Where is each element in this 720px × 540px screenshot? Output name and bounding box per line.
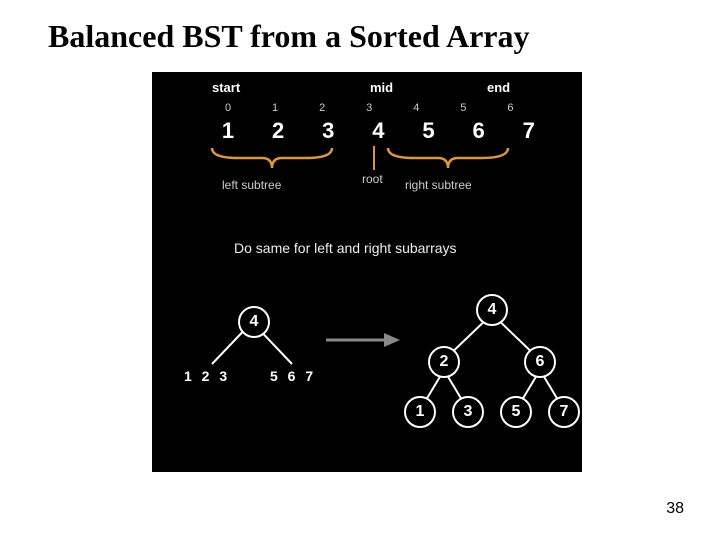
index-cell: 0 (206, 102, 250, 114)
root-label: root (362, 172, 383, 186)
diagram-figure: start mid end 0 1 2 3 4 5 6 1 2 3 4 5 6 … (152, 72, 582, 472)
tree-node-3: 3 (452, 396, 484, 428)
tree-node-4: 4 (476, 294, 508, 326)
index-cell: 6 (488, 102, 532, 114)
end-label: end (487, 80, 510, 95)
index-row: 0 1 2 3 4 5 6 (206, 102, 532, 114)
partial-right-leaf: 5 6 7 (270, 368, 316, 384)
index-cell: 3 (347, 102, 391, 114)
array-cell: 3 (306, 118, 350, 144)
array-cell: 1 (206, 118, 250, 144)
root-connector (373, 146, 375, 170)
slide-title: Balanced BST from a Sorted Array (0, 0, 720, 55)
array-cell: 2 (256, 118, 300, 144)
tree-node-6: 6 (524, 346, 556, 378)
left-subtree-label: left subtree (222, 178, 281, 192)
start-label: start (212, 80, 240, 95)
array-cell: 4 (356, 118, 400, 144)
subarrays-caption: Do same for left and right subarrays (234, 240, 457, 256)
right-brace (384, 148, 512, 170)
right-subtree-label: right subtree (405, 178, 472, 192)
array-cell: 6 (457, 118, 501, 144)
array-cell: 7 (507, 118, 551, 144)
left-brace (208, 148, 336, 170)
mid-label: mid (370, 80, 393, 95)
page-number: 38 (666, 500, 684, 518)
index-cell: 5 (441, 102, 485, 114)
index-cell: 2 (300, 102, 344, 114)
tree-node-7: 7 (548, 396, 580, 428)
tree-node-5: 5 (500, 396, 532, 428)
array-row: 1 2 3 4 5 6 7 (206, 118, 551, 144)
index-cell: 4 (394, 102, 438, 114)
tree-node-1: 1 (404, 396, 436, 428)
array-cell: 5 (407, 118, 451, 144)
partial-root-node: 4 (238, 306, 270, 338)
arrow-icon (322, 328, 402, 352)
index-cell: 1 (253, 102, 297, 114)
tree-node-2: 2 (428, 346, 460, 378)
partial-left-leaf: 1 2 3 (184, 368, 230, 384)
